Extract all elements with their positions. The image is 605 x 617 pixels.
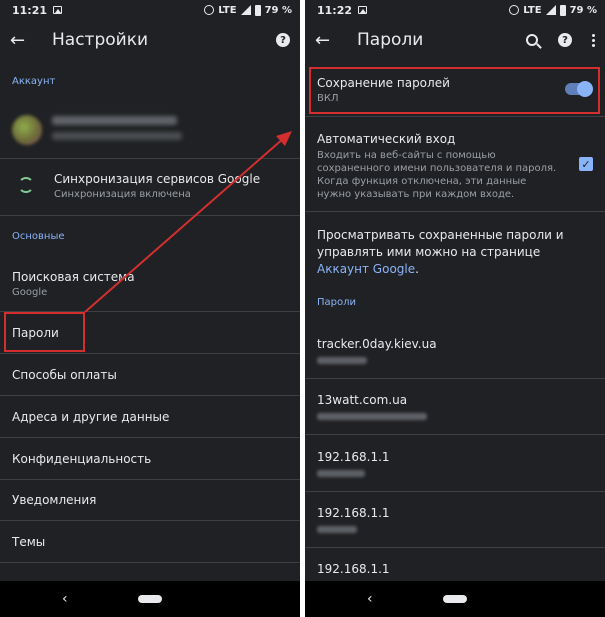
- password-entry[interactable]: 13watt.com.ua: [305, 393, 605, 420]
- divider: [0, 562, 300, 563]
- password-entry[interactable]: 192.168.1.1: [305, 562, 605, 576]
- divider: [305, 378, 605, 379]
- page-title: Настройки: [52, 30, 149, 50]
- signal-icon: [545, 5, 556, 15]
- site-name: tracker.0day.kiev.ua: [317, 337, 437, 351]
- site-name: 192.168.1.1: [317, 562, 390, 576]
- back-arrow-icon[interactable]: ←: [10, 30, 34, 51]
- nav-home-icon[interactable]: [443, 595, 467, 603]
- payment-methods-label: Способы оплаты: [12, 368, 117, 382]
- sync-item[interactable]: Синхронизация сервисов Google Синхрониза…: [0, 172, 300, 200]
- divider: [305, 211, 605, 212]
- divider: [305, 434, 605, 435]
- image-notification-icon: [53, 6, 63, 14]
- back-arrow-icon[interactable]: ←: [315, 30, 339, 51]
- password-entry[interactable]: 192.168.1.1: [305, 506, 605, 533]
- privacy-item[interactable]: Конфиденциальность: [0, 452, 300, 466]
- section-header-account: Аккаунт: [12, 76, 56, 87]
- account-email-blurred: [52, 132, 182, 140]
- payment-methods-item[interactable]: Способы оплаты: [0, 368, 300, 382]
- password-entry[interactable]: 192.168.1.1: [305, 450, 605, 477]
- more-options-icon[interactable]: [592, 33, 595, 47]
- auto-login-description: Входить на веб-сайты с помощью сохраненн…: [317, 150, 557, 200]
- sync-title: Синхронизация сервисов Google: [54, 172, 261, 186]
- screenshot-composite: 11:21 LTE 79 % ← Настройки ? Аккаунт Син…: [0, 0, 605, 617]
- manage-passwords-item: Просматривать сохраненные пароли и управ…: [305, 226, 605, 277]
- app-bar: ← Настройки ?: [0, 20, 300, 60]
- settings-screen: 11:21 LTE 79 % ← Настройки ? Аккаунт Син…: [0, 0, 300, 617]
- network-type: LTE: [523, 4, 542, 16]
- divider: [0, 520, 300, 521]
- divider: [305, 491, 605, 492]
- auto-login-title: Автоматический вход: [317, 132, 456, 146]
- themes-label: Темы: [12, 535, 46, 549]
- sync-subtitle: Синхронизация включена: [54, 189, 191, 200]
- divider: [305, 116, 605, 117]
- app-bar: ← Пароли ?: [305, 20, 605, 60]
- account-name-blurred: [52, 116, 177, 125]
- addresses-item[interactable]: Адреса и другие данные: [0, 410, 300, 424]
- passwords-highlight-box: [4, 312, 85, 352]
- addresses-label: Адреса и другие данные: [12, 410, 170, 424]
- status-time: 11:22: [317, 3, 353, 17]
- section-header-passwords: Пароли: [317, 297, 357, 308]
- nav-back-icon[interactable]: ‹: [367, 591, 373, 607]
- search-engine-value: Google: [12, 287, 48, 298]
- username-blurred: [317, 413, 427, 420]
- nav-back-icon[interactable]: ‹: [62, 591, 68, 607]
- section-header-basic: Основные: [12, 231, 65, 242]
- privacy-label: Конфиденциальность: [12, 452, 152, 466]
- divider: [0, 479, 300, 480]
- navigation-bar: ‹: [0, 581, 300, 617]
- manage-passwords-text: Просматривать сохраненные пароли и управ…: [317, 228, 564, 259]
- search-icon[interactable]: [526, 34, 538, 46]
- themes-item[interactable]: Темы: [0, 535, 300, 549]
- username-blurred: [317, 470, 365, 477]
- signal-icon: [240, 5, 251, 15]
- help-icon[interactable]: ?: [558, 33, 572, 47]
- google-account-link[interactable]: Аккаунт Google: [317, 262, 415, 276]
- status-bar: 11:21 LTE 79 %: [0, 0, 300, 20]
- image-notification-icon: [358, 6, 368, 14]
- site-name: 13watt.com.ua: [317, 393, 408, 407]
- alarm-icon: [509, 5, 520, 15]
- sync-icon: [18, 177, 34, 193]
- site-name: 192.168.1.1: [317, 506, 390, 520]
- battery-icon: [559, 4, 566, 16]
- notifications-label: Уведомления: [12, 493, 97, 507]
- divider: [0, 158, 300, 159]
- site-name: 192.168.1.1: [317, 450, 390, 464]
- divider: [0, 215, 300, 216]
- battery-icon: [254, 4, 261, 16]
- page-title: Пароли: [357, 30, 424, 50]
- save-passwords-highlight-box: [309, 67, 600, 114]
- battery-level: 79 %: [569, 4, 597, 16]
- divider: [0, 395, 300, 396]
- network-type: LTE: [218, 4, 237, 16]
- username-blurred: [317, 526, 357, 533]
- status-bar: 11:22 LTE 79 %: [305, 0, 605, 20]
- navigation-bar: ‹: [305, 581, 605, 617]
- manage-passwords-end: .: [415, 262, 419, 276]
- battery-level: 79 %: [264, 4, 292, 16]
- nav-home-icon[interactable]: [138, 595, 162, 603]
- status-time: 11:21: [12, 3, 48, 17]
- password-entry[interactable]: tracker.0day.kiev.ua: [305, 337, 605, 364]
- avatar: [12, 115, 42, 145]
- divider: [0, 353, 300, 354]
- auto-login-checkbox[interactable]: ✓: [579, 157, 593, 171]
- divider: [305, 547, 605, 548]
- auto-login-item[interactable]: Автоматический вход Входить на веб-сайты…: [305, 132, 605, 201]
- search-engine-title: Поисковая система: [12, 270, 135, 284]
- divider: [0, 437, 300, 438]
- notifications-item[interactable]: Уведомления: [0, 493, 300, 507]
- username-blurred: [317, 357, 367, 364]
- alarm-icon: [204, 5, 215, 15]
- search-engine-item[interactable]: Поисковая система Google: [0, 270, 300, 298]
- help-icon[interactable]: ?: [276, 33, 290, 47]
